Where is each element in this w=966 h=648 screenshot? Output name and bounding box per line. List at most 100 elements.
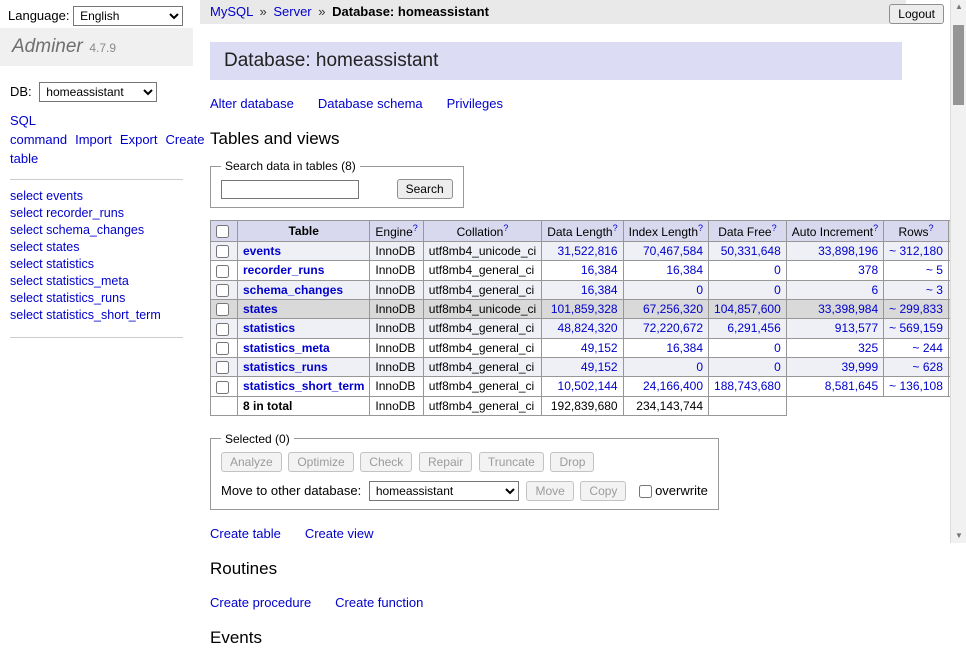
link-export[interactable]: Export xyxy=(120,132,158,147)
row-checkbox[interactable] xyxy=(216,303,229,316)
index-length-link[interactable]: 70,467,584 xyxy=(643,244,703,258)
data-free-link[interactable]: 0 xyxy=(774,360,781,374)
table-name-link[interactable]: schema_changes xyxy=(243,283,343,297)
link-select-states[interactable]: select states xyxy=(10,240,183,255)
auto-increment-link[interactable]: 325 xyxy=(858,341,878,355)
auto-increment-link[interactable]: 913,577 xyxy=(835,321,878,335)
search-input[interactable] xyxy=(221,180,359,199)
language-select[interactable]: English xyxy=(73,6,183,26)
link-import[interactable]: Import xyxy=(75,132,112,147)
repair-button[interactable]: Repair xyxy=(419,452,472,472)
table-name-link[interactable]: statistics_short_term xyxy=(243,379,364,393)
index-length-link[interactable]: 72,220,672 xyxy=(643,321,703,335)
row-checkbox[interactable] xyxy=(216,265,229,278)
drop-button[interactable]: Drop xyxy=(550,452,594,472)
help-icon[interactable]: ? xyxy=(503,223,508,233)
select-all-checkbox[interactable] xyxy=(216,225,229,238)
auto-increment-link[interactable]: 6 xyxy=(871,283,878,297)
truncate-button[interactable]: Truncate xyxy=(479,452,544,472)
rows-link[interactable]: ~ 299,833 xyxy=(889,302,943,316)
row-checkbox[interactable] xyxy=(216,245,229,258)
help-icon[interactable]: ? xyxy=(613,223,618,233)
rows-link[interactable]: ~ 628 xyxy=(913,360,943,374)
rows-link[interactable]: ~ 136,108 xyxy=(889,379,943,393)
index-length-link[interactable]: 0 xyxy=(696,360,703,374)
link-select-statistics-short-term[interactable]: select statistics_short_term xyxy=(10,308,183,323)
data-length-link[interactable]: 49,152 xyxy=(581,360,618,374)
link-select-statistics-runs[interactable]: select statistics_runs xyxy=(10,291,183,306)
breadcrumb-link-mysql[interactable]: MySQL xyxy=(210,4,253,19)
move-button[interactable]: Move xyxy=(526,481,573,501)
auto-increment-link[interactable]: 33,898,196 xyxy=(818,244,878,258)
db-select[interactable]: homeassistant xyxy=(39,82,157,102)
auto-increment-link[interactable]: 33,398,984 xyxy=(818,302,878,316)
help-icon[interactable]: ? xyxy=(873,223,878,233)
link-select-events[interactable]: select events xyxy=(10,189,183,204)
data-free-link[interactable]: 188,743,680 xyxy=(714,379,781,393)
rows-link[interactable]: ~ 3 xyxy=(926,283,943,297)
scroll-up-icon[interactable]: ▲ xyxy=(951,0,966,14)
index-length-link[interactable]: 0 xyxy=(696,283,703,297)
data-length-link[interactable]: 101,859,328 xyxy=(551,302,618,316)
breadcrumb-link-server[interactable]: Server xyxy=(273,4,311,19)
help-icon[interactable]: ? xyxy=(413,223,418,233)
table-name-link[interactable]: statistics_runs xyxy=(243,360,328,374)
link-select-statistics-meta[interactable]: select statistics_meta xyxy=(10,274,183,289)
rows-link[interactable]: ~ 312,180 xyxy=(889,244,943,258)
data-length-link[interactable]: 16,384 xyxy=(581,263,618,277)
overwrite-checkbox[interactable] xyxy=(639,485,652,498)
rows-link[interactable]: ~ 244 xyxy=(913,341,943,355)
data-length-link[interactable]: 16,384 xyxy=(581,283,618,297)
check-button[interactable]: Check xyxy=(360,452,412,472)
link-create-table[interactable]: Create table xyxy=(210,526,281,541)
data-free-link[interactable]: 0 xyxy=(774,341,781,355)
help-icon[interactable]: ? xyxy=(772,223,777,233)
help-icon[interactable]: ? xyxy=(698,223,703,233)
data-length-link[interactable]: 31,522,816 xyxy=(558,244,618,258)
row-checkbox[interactable] xyxy=(216,323,229,336)
data-length-link[interactable]: 48,824,320 xyxy=(558,321,618,335)
move-db-select[interactable]: homeassistant xyxy=(369,481,519,501)
index-length-link[interactable]: 16,384 xyxy=(666,341,703,355)
auto-increment-link[interactable]: 39,999 xyxy=(841,360,878,374)
auto-increment-link[interactable]: 8,581,645 xyxy=(825,379,878,393)
row-checkbox[interactable] xyxy=(216,284,229,297)
link-alter-database[interactable]: Alter database xyxy=(210,96,294,111)
index-length-link[interactable]: 16,384 xyxy=(666,263,703,277)
scroll-down-icon[interactable]: ▼ xyxy=(951,529,966,543)
link-select-statistics[interactable]: select statistics xyxy=(10,257,183,272)
scrollbar-thumb[interactable] xyxy=(953,25,964,105)
table-name-link[interactable]: recorder_runs xyxy=(243,263,324,277)
link-privileges[interactable]: Privileges xyxy=(447,96,503,111)
row-checkbox[interactable] xyxy=(216,361,229,374)
data-length-link[interactable]: 10,502,144 xyxy=(558,379,618,393)
rows-link[interactable]: ~ 5 xyxy=(926,263,943,277)
analyze-button[interactable]: Analyze xyxy=(221,452,282,472)
data-free-link[interactable]: 0 xyxy=(774,283,781,297)
data-free-link[interactable]: 104,857,600 xyxy=(714,302,781,316)
scrollbar[interactable]: ▲ ▼ xyxy=(950,0,966,543)
link-create-procedure[interactable]: Create procedure xyxy=(210,595,311,610)
table-name-link[interactable]: events xyxy=(243,244,281,258)
link-sql-command[interactable]: SQL command xyxy=(10,113,67,147)
index-length-link[interactable]: 67,256,320 xyxy=(643,302,703,316)
table-name-link[interactable]: states xyxy=(243,302,278,316)
data-free-link[interactable]: 0 xyxy=(774,263,781,277)
auto-increment-link[interactable]: 378 xyxy=(858,263,878,277)
link-database-schema[interactable]: Database schema xyxy=(318,96,423,111)
logout-button[interactable]: Logout xyxy=(889,4,944,24)
data-free-link[interactable]: 50,331,648 xyxy=(721,244,781,258)
data-free-link[interactable]: 6,291,456 xyxy=(727,321,780,335)
data-length-link[interactable]: 49,152 xyxy=(581,341,618,355)
index-length-link[interactable]: 24,166,400 xyxy=(643,379,703,393)
table-name-link[interactable]: statistics xyxy=(243,321,295,335)
link-create-function[interactable]: Create function xyxy=(335,595,423,610)
help-icon[interactable]: ? xyxy=(929,223,934,233)
link-select-schema-changes[interactable]: select schema_changes xyxy=(10,223,183,238)
rows-link[interactable]: ~ 569,159 xyxy=(889,321,943,335)
link-create-view[interactable]: Create view xyxy=(305,526,374,541)
row-checkbox[interactable] xyxy=(216,342,229,355)
row-checkbox[interactable] xyxy=(216,381,229,394)
link-select-recorder-runs[interactable]: select recorder_runs xyxy=(10,206,183,221)
optimize-button[interactable]: Optimize xyxy=(288,452,353,472)
